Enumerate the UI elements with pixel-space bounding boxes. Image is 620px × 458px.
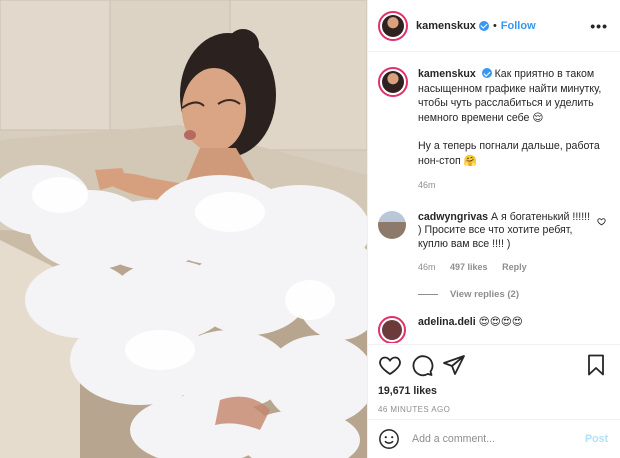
post-photo[interactable] [0, 0, 367, 458]
bookmark-icon[interactable] [584, 353, 608, 377]
view-replies-button[interactable]: View replies (2) [418, 289, 608, 300]
follow-button[interactable]: Follow [501, 20, 536, 32]
comment-like-icon[interactable] [597, 217, 606, 226]
caption-time[interactable]: 46m [418, 180, 436, 190]
comment-body: adelina.deli 😍😍😍😍 [418, 316, 523, 328]
paper-plane-icon[interactable] [442, 353, 466, 377]
comment-item: cadwyngrivas А я богатенький !!!!!! ) Пр… [378, 210, 608, 275]
verified-badge-icon [478, 20, 489, 31]
post-header: kamenskux • Follow ••• [368, 0, 620, 52]
replies-divider [418, 293, 438, 295]
heart-icon[interactable] [378, 353, 402, 377]
author-avatar[interactable] [378, 10, 408, 41]
likes-count[interactable]: 19,671 likes [378, 385, 608, 397]
verified-badge-icon [481, 68, 492, 78]
post-timestamp[interactable]: 46 MINUTES AGO [378, 405, 608, 414]
comments-list[interactable]: kamenskux Как приятно в таком насыщенном… [368, 53, 620, 343]
smiley-icon[interactable] [378, 428, 400, 450]
caption-username[interactable]: kamenskux [418, 68, 476, 80]
comment-input[interactable] [410, 432, 574, 446]
comment-time[interactable]: 46m [418, 262, 436, 272]
comment-icon[interactable] [410, 353, 434, 377]
post-side-panel: kamenskux • Follow ••• kamenskux Как при… [367, 0, 620, 458]
caption-text-2: Ну а теперь погнали дальше, работа нон-с… [418, 140, 600, 167]
author-username[interactable]: kamenskux [416, 20, 476, 32]
comment-composer: Post [368, 419, 620, 458]
post-comment-button[interactable]: Post [585, 433, 608, 445]
comment-likes[interactable]: 497 likes [450, 262, 488, 272]
action-bar: 19,671 likes 46 MINUTES AGO [368, 344, 620, 414]
caption-meta: 46m [418, 178, 608, 193]
comment-username[interactable]: adelina.deli [418, 316, 476, 328]
caption: kamenskux Как приятно в таком насыщенном… [378, 67, 608, 193]
caption-body: kamenskux Как приятно в таком насыщенном… [418, 67, 608, 193]
comment-meta: 46m 497 likes Reply [418, 261, 593, 275]
commenter-avatar[interactable] [378, 210, 406, 239]
bathtub-photo-illustration [0, 0, 367, 458]
comment-username[interactable]: cadwyngrivas [418, 211, 488, 223]
action-icons [378, 353, 608, 377]
commenter-avatar[interactable] [378, 315, 406, 343]
separator-dot: • [492, 19, 497, 32]
comment-text: 😍😍😍😍 [478, 315, 523, 328]
more-options-icon[interactable]: ••• [590, 18, 608, 34]
caption-avatar[interactable] [378, 67, 408, 97]
comment-body: cadwyngrivas А я богатенький !!!!!! ) Пр… [418, 211, 593, 275]
instagram-post: kamenskux • Follow ••• kamenskux Как при… [0, 0, 620, 458]
reply-button[interactable]: Reply [502, 262, 527, 272]
view-replies-label: View replies (2) [450, 288, 519, 300]
comment-item: adelina.deli 😍😍😍😍 [378, 315, 608, 343]
